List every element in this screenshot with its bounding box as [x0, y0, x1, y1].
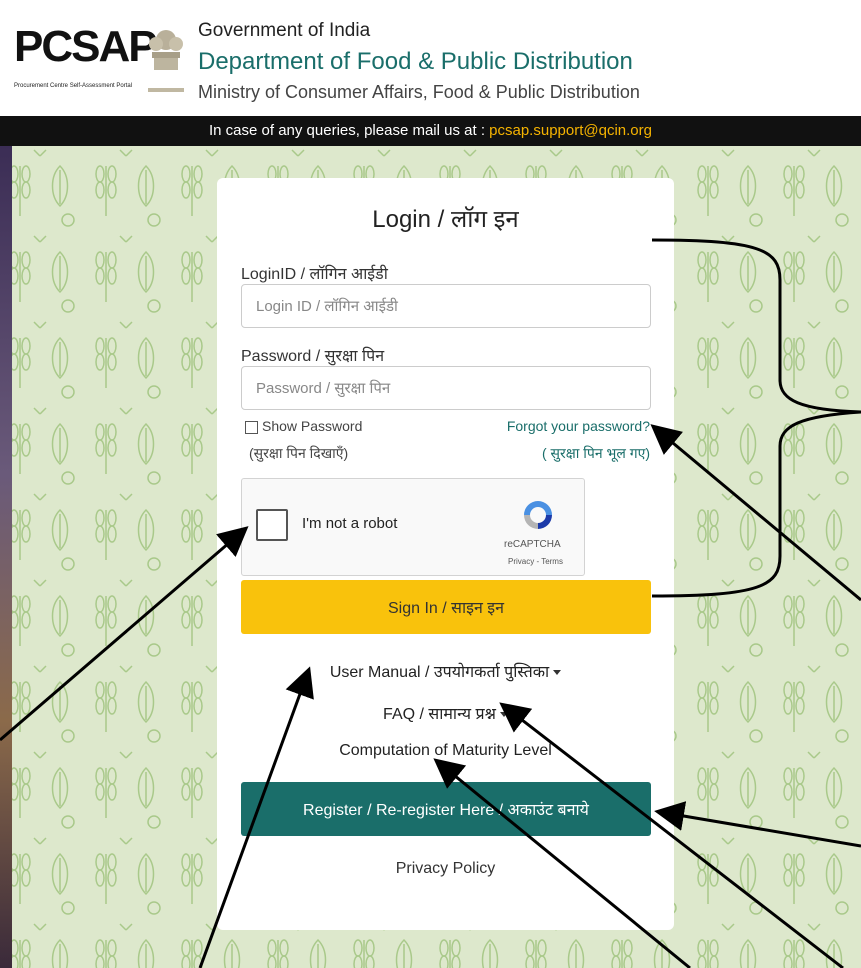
department-title: Department of Food & Public Distribution: [198, 48, 633, 75]
show-password-checkbox[interactable]: Show Password: [245, 418, 362, 434]
left-photo-strip: [0, 146, 12, 968]
forgot-password-link[interactable]: Forgot your password?: [507, 418, 650, 434]
computation-link[interactable]: Computation of Maturity Level: [217, 742, 674, 760]
password-label: Password / सुरक्षा पिन: [241, 348, 385, 365]
sign-in-button[interactable]: Sign In / साइन इन: [241, 580, 651, 634]
recaptcha-brand: reCAPTCHA: [504, 539, 561, 550]
show-password-label: Show Password: [262, 418, 363, 434]
logo-subtitle: Procurement Centre Self-Assessment Porta…: [14, 83, 133, 89]
password-input[interactable]: [241, 366, 651, 410]
register-button[interactable]: Register / Re-register Here / अकाउंट बना…: [241, 782, 651, 836]
government-title: Government of India: [198, 20, 371, 41]
login-id-label: LoginID / लॉगिन आईडी: [241, 266, 388, 283]
login-title: Login / लॉग इन: [372, 206, 519, 233]
recaptcha-label: I'm not a robot: [302, 515, 398, 532]
faq-label: FAQ / सामान्य प्रश्न: [383, 706, 496, 723]
recaptcha-checkbox[interactable]: [256, 509, 288, 541]
national-emblem-icon: [148, 30, 184, 92]
pcsap-logo[interactable]: PCSAP Procurement Centre Self-Assessment…: [14, 18, 158, 104]
query-text: In case of any queries, please mail us a…: [209, 122, 490, 139]
login-id-input[interactable]: [241, 284, 651, 328]
forgot-password-hindi-link[interactable]: ( सुरक्षा पिन भूल गए): [542, 444, 650, 463]
caret-down-icon: [499, 712, 508, 718]
recaptcha-widget: I'm not a robot reCAPTCHA Privacy - Term…: [241, 478, 585, 576]
faq-dropdown[interactable]: FAQ / सामान्य प्रश्न: [217, 702, 674, 724]
privacy-policy-link[interactable]: Privacy Policy: [217, 860, 674, 878]
support-email-link[interactable]: pcsap.support@qcin.org: [489, 122, 652, 139]
user-manual-dropdown[interactable]: User Manual / उपयोगकर्ता पुस्तिका: [217, 660, 674, 682]
checkbox-square[interactable]: [245, 420, 258, 434]
login-card: Login / लॉग इन LoginID / लॉगिन आईडी Pass…: [217, 178, 674, 930]
caret-down-icon: [553, 670, 562, 676]
logo-text: PCSAP: [14, 22, 158, 71]
recaptcha-links[interactable]: Privacy - Terms: [508, 557, 563, 566]
show-password-hindi: (सुरक्षा पिन दिखाएँ): [249, 445, 349, 461]
query-bar: In case of any queries, please mail us a…: [0, 116, 861, 146]
recaptcha-logo-icon: [524, 501, 552, 529]
ministry-title: Ministry of Consumer Affairs, Food & Pub…: [198, 82, 640, 102]
site-header: PCSAP Procurement Centre Self-Assessment…: [0, 0, 861, 116]
user-manual-label: User Manual / उपयोगकर्ता पुस्तिका: [329, 664, 550, 681]
